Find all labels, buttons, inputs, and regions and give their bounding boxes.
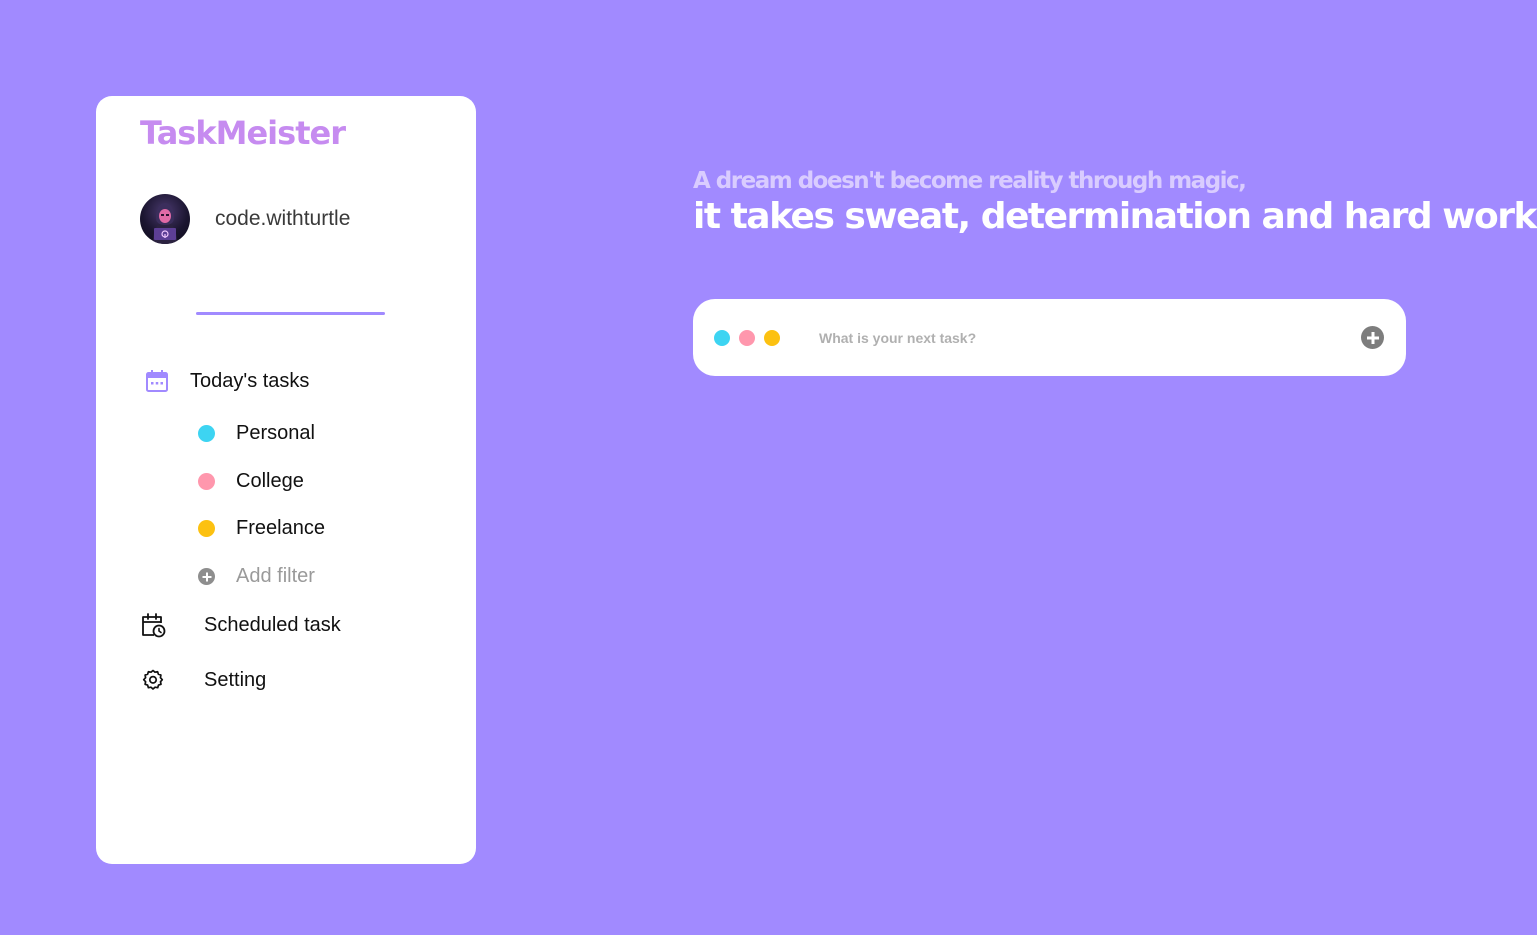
freelance-dot-icon[interactable] bbox=[764, 330, 780, 346]
task-input[interactable] bbox=[819, 325, 1339, 351]
username: code.withturtle bbox=[215, 207, 351, 230]
calendar-clock-icon bbox=[140, 612, 166, 638]
calendar-icon bbox=[144, 368, 170, 394]
personal-dot-icon bbox=[198, 425, 215, 442]
add-filter-button[interactable]: Add filter bbox=[198, 565, 315, 588]
quote-line-1: A dream doesn't become reality through m… bbox=[693, 168, 1247, 194]
filter-college[interactable]: College bbox=[198, 470, 304, 493]
gear-icon bbox=[140, 667, 166, 693]
filter-label: Freelance bbox=[236, 517, 325, 539]
user-profile[interactable]: code.withturtle bbox=[140, 194, 350, 244]
nav-scheduled-task[interactable]: Scheduled task bbox=[140, 612, 341, 638]
sidebar: TaskMeister code.withturtle Today's task… bbox=[96, 96, 476, 864]
filter-label: College bbox=[236, 470, 304, 492]
nav-todays-tasks-label: Today's tasks bbox=[190, 369, 310, 392]
nav-scheduled-task-label: Scheduled task bbox=[204, 613, 341, 636]
quote-line-2-text: it takes sweat, determination and hard w… bbox=[693, 196, 1537, 237]
filter-freelance[interactable]: Freelance bbox=[198, 517, 325, 540]
college-dot-icon[interactable] bbox=[739, 330, 755, 346]
freelance-dot-icon bbox=[198, 520, 215, 537]
category-dots bbox=[714, 330, 789, 346]
nav-todays-tasks[interactable]: Today's tasks bbox=[144, 368, 309, 394]
divider bbox=[196, 312, 385, 315]
task-input-bar bbox=[693, 299, 1406, 376]
add-task-button[interactable] bbox=[1361, 326, 1384, 349]
nav-setting-label: Setting bbox=[204, 668, 267, 691]
personal-dot-icon[interactable] bbox=[714, 330, 730, 346]
college-dot-icon bbox=[198, 473, 215, 490]
filter-label: Personal bbox=[236, 422, 315, 444]
filter-personal[interactable]: Personal bbox=[198, 422, 315, 445]
plus-circle-icon bbox=[198, 568, 215, 585]
nav-setting[interactable]: Setting bbox=[140, 667, 266, 693]
add-filter-label: Add filter bbox=[236, 565, 315, 587]
app-title: TaskMeister bbox=[140, 114, 346, 152]
avatar[interactable] bbox=[140, 194, 190, 244]
quote-line-2: it takes sweat, determination and hard w… bbox=[693, 196, 1537, 237]
